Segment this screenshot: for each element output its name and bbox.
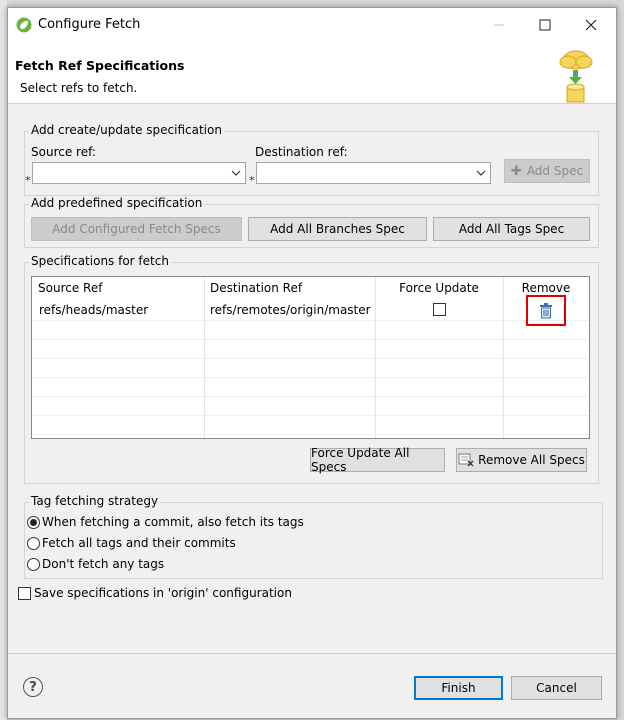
add-all-branches-spec-button[interactable]: Add All Branches Spec	[248, 217, 427, 241]
row-divider	[32, 434, 589, 435]
row-divider	[32, 377, 589, 378]
destination-ref-label: Destination ref:	[255, 145, 348, 159]
tag-strategy-label: Tag fetching strategy	[29, 494, 161, 508]
add-all-tags-spec-button[interactable]: Add All Tags Spec	[433, 217, 590, 241]
configure-fetch-dialog: Configure Fetch Fetch Ref Specifications…	[7, 7, 617, 719]
minimize-icon[interactable]	[476, 8, 522, 42]
row-source-ref: refs/heads/master	[39, 303, 149, 317]
predefined-spec-group-label: Add predefined specification	[29, 196, 205, 210]
destination-required-marker: *	[249, 174, 255, 187]
column-header-source-ref[interactable]: Source Ref	[32, 277, 204, 299]
row-divider	[32, 339, 589, 340]
help-icon[interactable]: ?	[23, 677, 43, 697]
cancel-button[interactable]: Cancel	[511, 676, 602, 700]
add-configured-fetch-specs-button[interactable]: Add Configured Fetch Specs	[31, 217, 242, 241]
radio-label: When fetching a commit, also fetch its t…	[42, 515, 304, 529]
source-required-marker: *	[25, 174, 31, 187]
window-title: Configure Fetch	[38, 17, 141, 32]
radio-button[interactable]	[27, 516, 40, 529]
page-subtitle: Select refs to fetch.	[20, 81, 138, 95]
wizard-header: Fetch Ref Specifications Select refs to …	[8, 42, 616, 104]
close-icon[interactable]	[568, 8, 614, 42]
destination-ref-combo[interactable]	[256, 162, 491, 184]
save-config-option[interactable]: Save specifications in 'origin' configur…	[18, 586, 338, 602]
title-bar: Configure Fetch	[8, 8, 616, 42]
radio-label: Don't fetch any tags	[42, 557, 165, 571]
remove-all-specs-button[interactable]: Remove All Specs	[456, 448, 587, 472]
chevron-down-icon	[476, 170, 486, 176]
force-update-all-specs-button[interactable]: Force Update All Specs	[310, 446, 445, 474]
column-header-force-update[interactable]: Force Update	[375, 277, 503, 299]
create-spec-group-label: Add create/update specification	[29, 123, 224, 137]
trash-icon[interactable]	[539, 303, 553, 319]
footer-divider	[8, 653, 616, 654]
force-update-checkbox[interactable]	[433, 303, 446, 316]
row-divider	[32, 358, 589, 359]
plus-icon: ✚	[510, 163, 522, 179]
add-spec-label: Add Spec	[526, 164, 584, 178]
chevron-down-icon	[231, 170, 241, 176]
specs-table[interactable]: Source Ref Destination Ref Force Update …	[31, 276, 590, 439]
radio-option-fetch-all-tags[interactable]: Fetch all tags and their commits	[27, 536, 327, 552]
spring-app-icon	[16, 17, 32, 33]
radio-label: Fetch all tags and their commits	[42, 536, 236, 550]
maximize-icon[interactable]	[522, 8, 568, 42]
radio-button[interactable]	[27, 537, 40, 550]
source-ref-combo[interactable]	[32, 162, 246, 184]
radio-option-fetch-commit-tags[interactable]: When fetching a commit, also fetch its t…	[27, 515, 327, 531]
row-divider	[32, 320, 589, 321]
page-title: Fetch Ref Specifications	[15, 58, 185, 73]
remove-all-label: Remove All Specs	[478, 453, 585, 467]
specs-group-label: Specifications for fetch	[29, 254, 171, 268]
save-config-label: Save specifications in 'origin' configur…	[34, 586, 292, 600]
source-ref-label: Source ref:	[31, 145, 96, 159]
cloud-fetch-icon	[559, 50, 593, 103]
radio-option-no-tags[interactable]: Don't fetch any tags	[27, 557, 327, 573]
add-spec-button[interactable]: ✚ Add Spec	[504, 159, 590, 183]
column-header-destination-ref[interactable]: Destination Ref	[204, 277, 375, 299]
remove-all-icon	[458, 453, 474, 467]
background-window-edge	[0, 0, 7, 720]
finish-button[interactable]: Finish	[414, 676, 503, 700]
save-config-checkbox[interactable]	[18, 587, 31, 600]
radio-button[interactable]	[27, 558, 40, 571]
row-divider	[32, 396, 589, 397]
row-destination-ref: refs/remotes/origin/master	[210, 303, 371, 317]
row-divider	[32, 415, 589, 416]
